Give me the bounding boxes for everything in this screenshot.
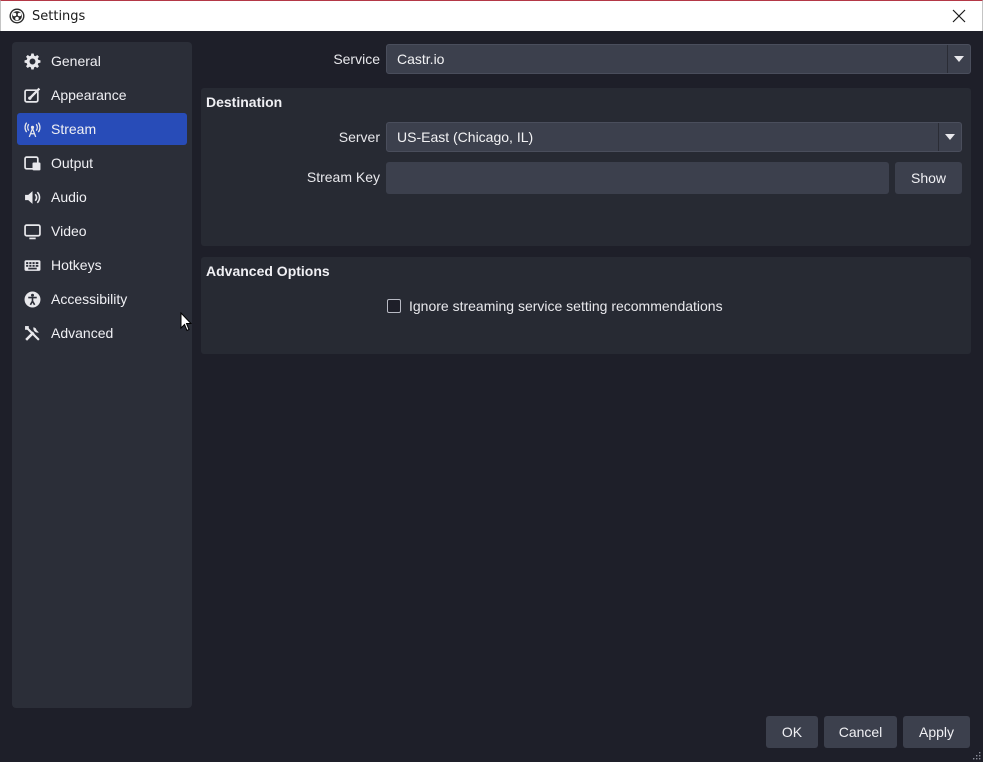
ignore-recommendations-label[interactable]: Ignore streaming service setting recomme… (409, 298, 723, 314)
sidebar-item-appearance[interactable]: Appearance (17, 79, 187, 111)
cancel-button[interactable]: Cancel (824, 716, 897, 748)
window-title: Settings (32, 9, 86, 24)
server-select[interactable]: US-East (Chicago, IL) (386, 122, 962, 152)
sidebar-item-label: Video (51, 223, 87, 239)
chevron-down-icon (947, 45, 970, 73)
monitor-icon (24, 223, 41, 240)
server-label: Server (338, 129, 380, 145)
stream-key-label: Stream Key (306, 169, 380, 185)
service-label: Service (333, 51, 380, 67)
show-key-button[interactable]: Show (895, 162, 962, 194)
sidebar-item-audio[interactable]: Audio (17, 181, 187, 213)
sidebar-item-label: Stream (51, 121, 97, 137)
service-value: Castr.io (397, 51, 445, 67)
title-bar: Settings (0, 0, 983, 31)
stream-key-input[interactable] (386, 162, 889, 194)
resize-grip-icon[interactable] (971, 750, 981, 760)
keyboard-icon (24, 257, 41, 274)
ok-button[interactable]: OK (766, 716, 818, 748)
close-icon (952, 9, 966, 23)
sidebar-item-label: Output (51, 155, 94, 171)
sidebar-item-general[interactable]: General (17, 45, 187, 77)
destination-title: Destination (206, 94, 283, 110)
output-icon (24, 155, 41, 172)
speaker-icon (24, 189, 41, 206)
accessibility-icon (24, 291, 41, 308)
sidebar-item-label: Hotkeys (51, 257, 102, 273)
sidebar-item-label: Advanced (51, 325, 114, 341)
sidebar-item-stream[interactable]: Stream (17, 113, 187, 145)
mouse-cursor-icon (180, 312, 192, 332)
apply-button[interactable]: Apply (903, 716, 970, 748)
close-button[interactable] (936, 1, 982, 31)
antenna-icon (24, 121, 41, 138)
gear-icon (24, 53, 41, 70)
sidebar-item-video[interactable]: Video (17, 215, 187, 247)
chevron-down-icon (938, 123, 961, 151)
sidebar-item-label: Appearance (51, 87, 127, 103)
brush-icon (24, 87, 41, 104)
sidebar-item-label: Audio (51, 189, 87, 205)
settings-sidebar: General Appearance Stream Output Audio V… (12, 42, 192, 708)
service-select[interactable]: Castr.io (386, 44, 971, 74)
ignore-recommendations-checkbox[interactable] (387, 299, 401, 313)
wrench-icon (24, 325, 41, 342)
sidebar-item-label: General (51, 53, 101, 69)
sidebar-item-label: Accessibility (51, 291, 128, 307)
advanced-options-title: Advanced Options (206, 263, 330, 279)
sidebar-item-accessibility[interactable]: Accessibility (17, 283, 187, 315)
sidebar-item-hotkeys[interactable]: Hotkeys (17, 249, 187, 281)
sidebar-item-advanced[interactable]: Advanced (17, 317, 187, 349)
sidebar-item-output[interactable]: Output (17, 147, 187, 179)
server-value: US-East (Chicago, IL) (397, 129, 534, 145)
obs-logo-icon (9, 8, 25, 24)
